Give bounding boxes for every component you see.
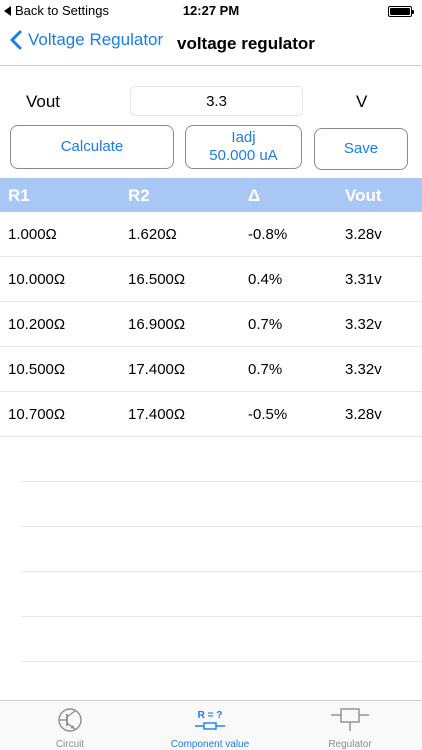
- cell-vout: 3.32v: [345, 361, 382, 378]
- tab-circuit-label: Circuit: [55, 739, 85, 750]
- cell-delta: -0.5%: [248, 406, 288, 423]
- results-table: 1.000Ω 1.620Ω -0.8% 3.28v 10.000Ω 16.500…: [0, 212, 422, 707]
- save-button[interactable]: Save: [314, 128, 408, 170]
- header-vout: Vout: [345, 186, 382, 205]
- vout-unit-label: V: [356, 92, 368, 111]
- calculate-button[interactable]: Calculate: [10, 125, 174, 169]
- status-time: 12:27 PM: [182, 3, 240, 18]
- header-r1: R1: [8, 186, 30, 205]
- header-r2: R2: [128, 186, 150, 205]
- navigation-bar: Voltage Regulator voltage regulator: [0, 22, 422, 66]
- component-icon-text: R = ?: [197, 709, 223, 721]
- cell-r2: 17.400Ω: [128, 406, 186, 423]
- tab-regulator[interactable]: Regulator: [310, 701, 390, 750]
- tab-regulator-label: Regulator: [328, 739, 372, 750]
- page-title: voltage regulator: [177, 34, 315, 53]
- vout-label: Vout: [26, 92, 61, 111]
- iadj-button-label: Iadj: [231, 129, 256, 146]
- status-bar: Back to Settings 12:27 PM: [0, 0, 422, 22]
- cell-delta: 0.4%: [248, 271, 283, 288]
- cell-r2: 16.500Ω: [128, 271, 186, 288]
- empty-row: [22, 572, 422, 617]
- tab-component-value[interactable]: R = ? Component value: [160, 701, 260, 750]
- nav-back-label: Voltage Regulator: [28, 30, 164, 49]
- table-row[interactable]: 10.700Ω 17.400Ω -0.5% 3.28v: [0, 392, 422, 437]
- cell-r2: 17.400Ω: [128, 361, 186, 378]
- tab-bar: Circuit R = ? Component value Regulator: [0, 700, 422, 750]
- table-row[interactable]: 10.000Ω 16.500Ω 0.4% 3.31v: [0, 257, 422, 302]
- vout-input[interactable]: [130, 86, 303, 116]
- tab-circuit[interactable]: Circuit: [30, 701, 110, 750]
- resistor-value-icon: R = ?: [195, 707, 225, 733]
- cell-r2: 16.900Ω: [128, 316, 186, 333]
- cell-vout: 3.28v: [345, 226, 382, 243]
- cell-delta: -0.8%: [248, 226, 288, 243]
- cell-r1: 1.000Ω: [8, 226, 57, 243]
- table-row[interactable]: 10.500Ω 17.400Ω 0.7% 3.32v: [0, 347, 422, 392]
- calculate-button-label: Calculate: [60, 138, 124, 155]
- cell-vout: 3.31v: [345, 271, 382, 288]
- empty-row: [22, 617, 422, 662]
- table-header: R1 R2 Δ Vout: [0, 178, 422, 212]
- header-delta: Δ: [248, 186, 261, 205]
- cell-r2: 1.620Ω: [128, 226, 177, 243]
- cell-r1: 10.700Ω: [8, 406, 66, 423]
- battery-icon: [388, 6, 414, 17]
- chevron-left-icon: [10, 30, 22, 50]
- regulator-icon: [330, 707, 370, 733]
- tab-component-label: Component value: [170, 739, 250, 750]
- iadj-button[interactable]: Iadj 50.000 uA: [185, 125, 302, 169]
- cell-vout: 3.32v: [345, 316, 382, 333]
- cell-vout: 3.28v: [345, 406, 382, 423]
- iadj-button-value: 50.000 uA: [209, 147, 278, 164]
- table-row[interactable]: 10.200Ω 16.900Ω 0.7% 3.32v: [0, 302, 422, 347]
- cell-r1: 10.500Ω: [8, 361, 66, 378]
- nav-back-button[interactable]: Voltage Regulator: [10, 30, 163, 50]
- cell-r1: 10.200Ω: [8, 316, 66, 333]
- cell-delta: 0.7%: [248, 361, 283, 378]
- cell-delta: 0.7%: [248, 316, 283, 333]
- cell-r1: 10.000Ω: [8, 271, 66, 288]
- transistor-icon: [56, 707, 84, 733]
- empty-row: [22, 482, 422, 527]
- save-button-label: Save: [343, 140, 379, 157]
- table-row[interactable]: 1.000Ω 1.620Ω -0.8% 3.28v: [0, 212, 422, 257]
- empty-row: [22, 437, 422, 482]
- empty-row: [22, 527, 422, 572]
